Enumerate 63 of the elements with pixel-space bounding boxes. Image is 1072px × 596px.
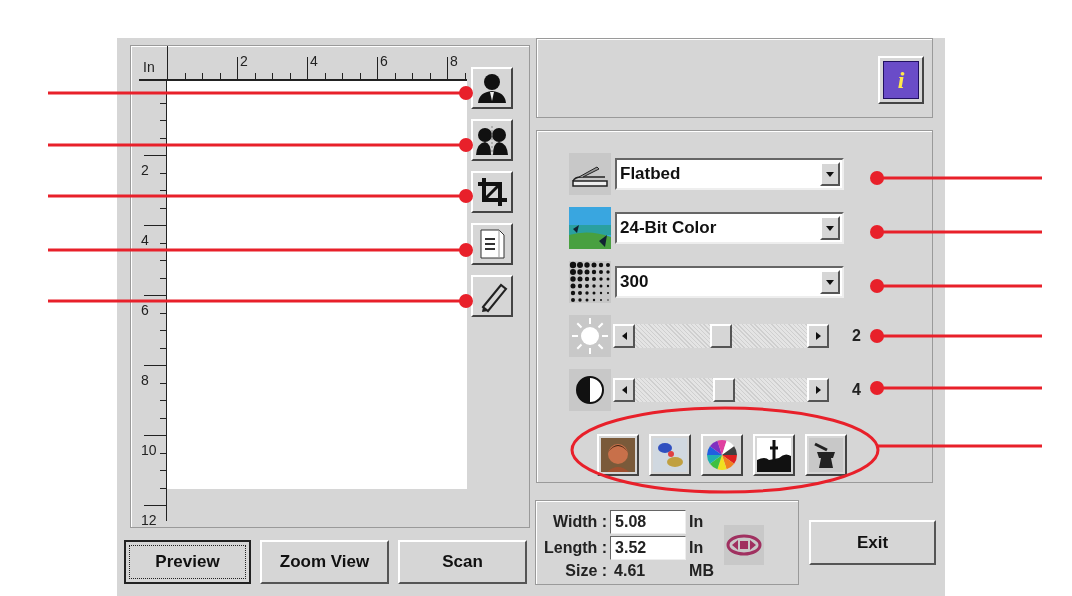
action-button[interactable]: Preview xyxy=(124,540,251,584)
portrait-icon xyxy=(601,438,635,472)
contrast-icon xyxy=(569,369,611,411)
left-arrow-icon xyxy=(621,386,627,394)
ruler-label: 8 xyxy=(141,373,149,387)
color-wheel-icon xyxy=(705,438,739,472)
ruler-label: 6 xyxy=(141,303,149,317)
landscape-icon xyxy=(569,207,611,249)
person-icon xyxy=(475,71,509,105)
slider[interactable] xyxy=(613,378,829,402)
size-value: 4.61 xyxy=(613,561,647,580)
slider-value: 2 xyxy=(852,327,861,345)
ruler-label: 10 xyxy=(141,443,157,457)
slider-thumb[interactable] xyxy=(710,324,732,348)
ruler-unit: In xyxy=(143,59,155,75)
ruler-label: 12 xyxy=(141,513,157,527)
slider-thumb[interactable] xyxy=(713,378,735,402)
info-button[interactable]: i xyxy=(878,56,924,104)
ruler-label: 6 xyxy=(380,54,388,68)
action-button[interactable]: Zoom View xyxy=(260,540,389,584)
right-arrow-icon xyxy=(815,386,821,394)
filter-button[interactable] xyxy=(753,434,795,476)
caret-icon xyxy=(826,279,834,285)
input-field[interactable]: 3.52 xyxy=(610,535,687,560)
tool-button[interactable] xyxy=(471,223,513,265)
tool-button[interactable] xyxy=(471,67,513,109)
slider[interactable] xyxy=(613,324,829,348)
ruler-label: 4 xyxy=(310,54,318,68)
caret-icon xyxy=(826,171,834,177)
ruler-label: 2 xyxy=(141,163,149,177)
right-arrow-icon xyxy=(815,332,821,340)
unit-label: MB xyxy=(689,561,714,580)
field-label: Length : xyxy=(544,538,608,557)
ruler-label: 2 xyxy=(240,54,248,68)
unit-label: In xyxy=(689,538,705,557)
dropdown[interactable]: 300 xyxy=(615,266,844,298)
tool-button[interactable] xyxy=(471,119,513,161)
crop-icon xyxy=(475,175,509,209)
tool-button[interactable] xyxy=(471,171,513,213)
halftone-icon xyxy=(569,261,611,303)
color-blobs-icon xyxy=(653,438,687,472)
two-heads-icon xyxy=(475,123,509,157)
left-arrow-icon xyxy=(621,332,627,340)
field-label: Width : xyxy=(552,512,608,531)
tool-button[interactable] xyxy=(471,275,513,317)
ruler-label: 8 xyxy=(450,54,458,68)
input-field[interactable]: 5.08 xyxy=(610,509,687,534)
unit-label: In xyxy=(689,512,705,531)
action-button[interactable]: Scan xyxy=(398,540,527,584)
ruler-label: 4 xyxy=(141,233,149,247)
caret-icon xyxy=(826,225,834,231)
sun-icon xyxy=(569,315,611,357)
slider-value: 4 xyxy=(852,381,861,399)
filter-button[interactable] xyxy=(597,434,639,476)
filter-button[interactable] xyxy=(701,434,743,476)
filter-button[interactable] xyxy=(805,434,847,476)
field-label: Size : xyxy=(564,561,608,580)
ratio-lock-icon[interactable] xyxy=(724,524,764,565)
exit-button[interactable]: Exit xyxy=(809,520,936,565)
scanner-icon xyxy=(569,153,611,195)
filter-button[interactable] xyxy=(649,434,691,476)
dropdown[interactable]: 24-Bit Color xyxy=(615,212,844,244)
dropdown[interactable]: Flatbed xyxy=(615,158,844,190)
